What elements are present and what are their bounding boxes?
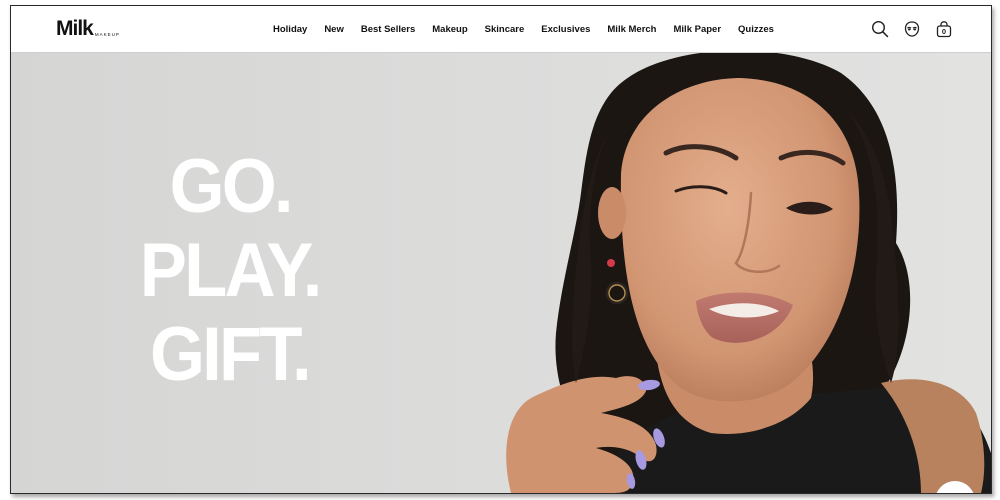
nav-item-milk-merch[interactable]: Milk Merch bbox=[607, 24, 656, 35]
hero-headline: GO. PLAY. GIFT. bbox=[133, 145, 326, 397]
cart-button[interactable]: 0 bbox=[935, 20, 953, 38]
nav-item-milk-paper[interactable]: Milk Paper bbox=[674, 24, 722, 35]
brand-logo[interactable]: Milk MAKEUP bbox=[56, 17, 120, 39]
search-icon[interactable] bbox=[871, 20, 889, 38]
nav-item-best-sellers[interactable]: Best Sellers bbox=[361, 24, 415, 35]
hero-line-play: PLAY. bbox=[139, 228, 323, 313]
nav-item-skincare[interactable]: Skincare bbox=[485, 24, 525, 35]
hero-line-go: GO. bbox=[169, 144, 293, 229]
hero-model-photo bbox=[506, 53, 991, 493]
main-navigation: Holiday New Best Sellers Makeup Skincare… bbox=[273, 6, 791, 52]
nav-item-makeup[interactable]: Makeup bbox=[432, 24, 467, 35]
nav-item-exclusives[interactable]: Exclusives bbox=[541, 24, 590, 35]
browser-frame: Milk MAKEUP Holiday New Best Sellers Mak… bbox=[10, 5, 992, 494]
account-icon[interactable] bbox=[903, 20, 921, 38]
header-actions: 0 bbox=[871, 20, 953, 38]
nav-item-holiday[interactable]: Holiday bbox=[273, 24, 307, 35]
cart-count: 0 bbox=[941, 27, 947, 36]
site-header: Milk MAKEUP Holiday New Best Sellers Mak… bbox=[11, 6, 991, 53]
hero-banner[interactable]: GO. PLAY. GIFT. bbox=[11, 53, 991, 493]
brand-logo-sub: MAKEUP bbox=[94, 32, 120, 37]
nav-item-new[interactable]: New bbox=[324, 24, 344, 35]
nav-item-quizzes[interactable]: Quizzes bbox=[738, 24, 774, 35]
hero-line-gift: GIFT. bbox=[150, 312, 312, 397]
brand-logo-name: Milk bbox=[56, 17, 94, 40]
